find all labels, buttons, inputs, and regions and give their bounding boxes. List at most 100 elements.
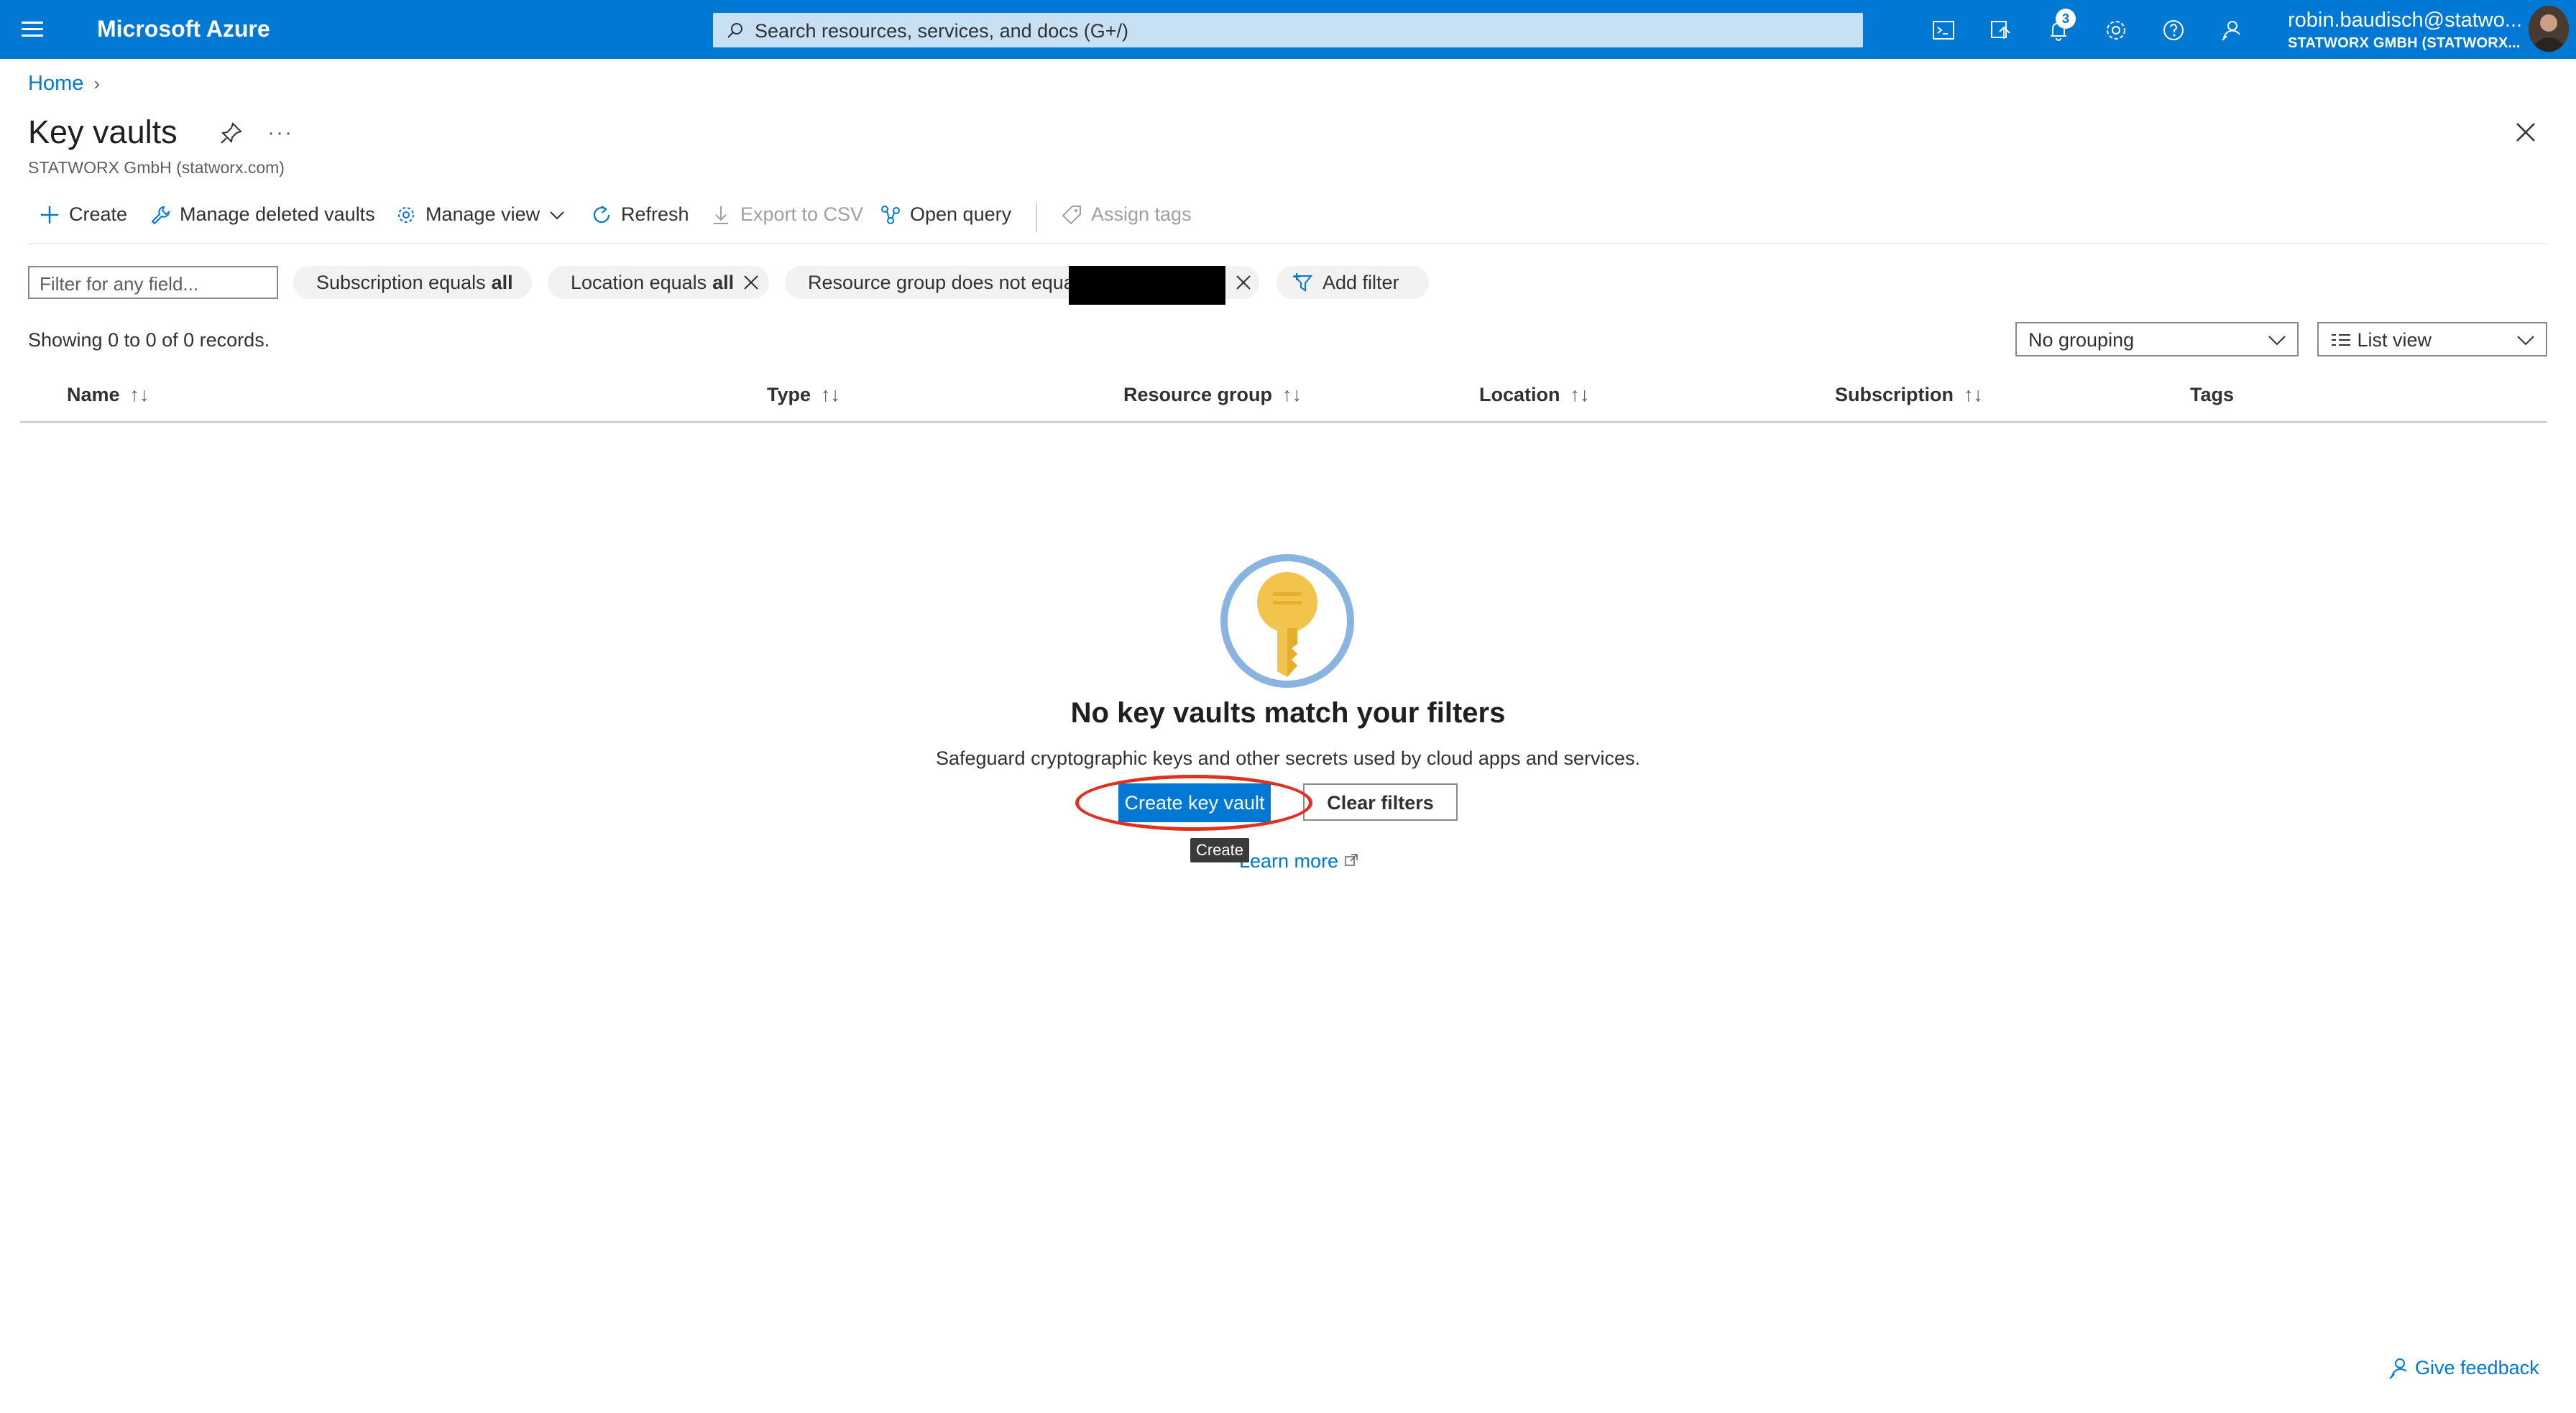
plus-icon: [41, 206, 58, 224]
avatar[interactable]: [2529, 6, 2569, 52]
highlight-annotation-ring: [1075, 775, 1312, 831]
close-icon[interactable]: [2511, 118, 2540, 147]
sort-icon: ↑↓: [821, 384, 841, 405]
tag-icon: [1062, 205, 1081, 224]
sort-icon: ↑↓: [1964, 384, 1984, 405]
learn-more-label: Learn more: [1239, 850, 1339, 872]
breadcrumb: Home ›: [28, 72, 100, 96]
column-type-label: Type: [767, 384, 811, 405]
column-subscription-label: Subscription: [1835, 384, 1954, 405]
page-title: Key vaults: [28, 114, 178, 150]
assign-tags-button[interactable]: Assign tags: [1061, 203, 1192, 226]
clear-filters-button[interactable]: Clear filters: [1303, 783, 1458, 821]
manage-view-button[interactable]: Manage view: [395, 203, 574, 226]
view-dropdown[interactable]: List view: [2317, 322, 2547, 356]
help-icon[interactable]: [2158, 14, 2189, 46]
manage-deleted-vaults-button[interactable]: Manage deleted vaults: [150, 203, 375, 226]
export-csv-label: Export to CSV: [740, 203, 864, 225]
download-icon: [714, 206, 728, 224]
chevron-right-icon: ›: [93, 73, 101, 94]
create-button[interactable]: Create: [39, 203, 127, 226]
column-header-location[interactable]: Location ↑↓: [1479, 384, 1590, 406]
feedback-person-icon: [2389, 1358, 2407, 1379]
feedback-icon[interactable]: [2215, 14, 2247, 46]
chevron-down-icon: [2268, 336, 2286, 346]
cloud-shell-icon[interactable]: [1928, 14, 1959, 46]
user-email: robin.baudisch@statwo...: [2288, 9, 2523, 32]
external-link-icon: [1344, 854, 1358, 866]
redacted-value: [1069, 266, 1225, 305]
manage-view-label: Manage view: [426, 203, 540, 225]
location-filter-value: all: [712, 271, 735, 293]
view-value: List view: [2357, 329, 2432, 351]
search-icon: [727, 23, 742, 38]
open-query-button[interactable]: Open query: [880, 203, 1011, 226]
column-header-subscription[interactable]: Subscription ↑↓: [1835, 384, 1983, 406]
add-filter-label: Add filter: [1322, 271, 1399, 293]
global-search-input[interactable]: Search resources, services, and docs (G+…: [713, 13, 1863, 47]
refresh-button[interactable]: Refresh: [591, 203, 689, 226]
give-feedback-link[interactable]: Give feedback: [2386, 1356, 2539, 1380]
records-count: Showing 0 to 0 of 0 records.: [28, 329, 270, 351]
chevron-down-icon: [2517, 336, 2534, 346]
list-view-icon: [2332, 334, 2350, 346]
column-location-label: Location: [1479, 384, 1560, 405]
empty-state-description: Safeguard cryptographic keys and other s…: [935, 747, 1641, 769]
chevron-down-icon: [550, 211, 564, 219]
gear-icon: [398, 206, 414, 223]
more-options-icon[interactable]: ···: [267, 121, 293, 145]
assign-tags-label: Assign tags: [1091, 203, 1192, 225]
column-header-type[interactable]: Type ↑↓: [767, 384, 840, 406]
sort-icon: ↑↓: [1570, 384, 1590, 405]
sort-icon: ↑↓: [129, 384, 150, 405]
pin-icon[interactable]: [219, 121, 244, 149]
top-bar: Microsoft Azure Search resources, servic…: [0, 0, 2576, 59]
column-resource-group-label: Resource group: [1123, 384, 1273, 405]
directory-filter-icon[interactable]: [1985, 14, 2017, 46]
column-header-name[interactable]: Name ↑↓: [67, 384, 150, 406]
column-header-resource-group[interactable]: Resource group ↑↓: [1123, 384, 1302, 406]
subscription-filter-value: all: [491, 271, 513, 293]
location-filter-pill[interactable]: Location equals all: [548, 266, 769, 299]
notification-count-badge: 3: [2056, 9, 2076, 29]
key-vault-illustration-icon: [1217, 551, 1358, 691]
create-label: Create: [69, 203, 128, 225]
column-tags-label: Tags: [2190, 384, 2235, 405]
hamburger-menu-icon[interactable]: [22, 19, 45, 40]
give-feedback-label: Give feedback: [2415, 1356, 2539, 1379]
subscription-filter-label: Subscription equals: [316, 271, 486, 293]
manage-deleted-label: Manage deleted vaults: [180, 203, 375, 225]
refresh-label: Refresh: [621, 203, 689, 225]
query-icon: [881, 205, 900, 224]
wrench-icon: [151, 206, 170, 224]
account-menu[interactable]: robin.baudisch@statwo... STATWORX GMBH (…: [2288, 9, 2522, 52]
breadcrumb-home-link[interactable]: Home: [28, 72, 83, 95]
search-placeholder: Search resources, services, and docs (G+…: [755, 20, 1128, 42]
resource-group-filter-label: Resource group does not equal: [808, 271, 1079, 293]
learn-more-link[interactable]: Learn more: [1239, 850, 1358, 873]
settings-icon[interactable]: [2100, 14, 2132, 46]
add-filter-button[interactable]: Add filter: [1276, 266, 1429, 299]
page-subtitle: STATWORX GmbH (statworx.com): [28, 158, 285, 177]
empty-state-title: No key vaults match your filters: [1070, 697, 1506, 729]
column-name-label: Name: [67, 384, 120, 405]
brand-title[interactable]: Microsoft Azure: [97, 16, 270, 42]
export-csv-button[interactable]: Export to CSV: [710, 203, 863, 226]
filter-input[interactable]: Filter for any field...: [28, 266, 278, 299]
grouping-dropdown[interactable]: No grouping: [2015, 322, 2299, 356]
subscription-filter-pill[interactable]: Subscription equals all: [293, 266, 532, 299]
sort-icon: ↑↓: [1282, 384, 1302, 405]
tooltip: Create: [1190, 838, 1249, 862]
table-header-divider: [20, 421, 2547, 423]
toolbar-divider-line: [28, 243, 2547, 244]
remove-resource-group-filter-icon[interactable]: [1233, 272, 1254, 293]
column-header-tags: Tags: [2190, 384, 2234, 406]
grouping-value: No grouping: [2028, 329, 2135, 351]
open-query-label: Open query: [910, 203, 1012, 225]
add-filter-icon: [1293, 273, 1313, 292]
refresh-icon: [593, 205, 610, 223]
toolbar-divider: [1036, 203, 1037, 232]
user-org: STATWORX GMBH (STATWORX...: [2288, 35, 2521, 51]
location-filter-label: Location equals: [571, 271, 707, 293]
remove-location-filter-icon[interactable]: [740, 272, 762, 293]
